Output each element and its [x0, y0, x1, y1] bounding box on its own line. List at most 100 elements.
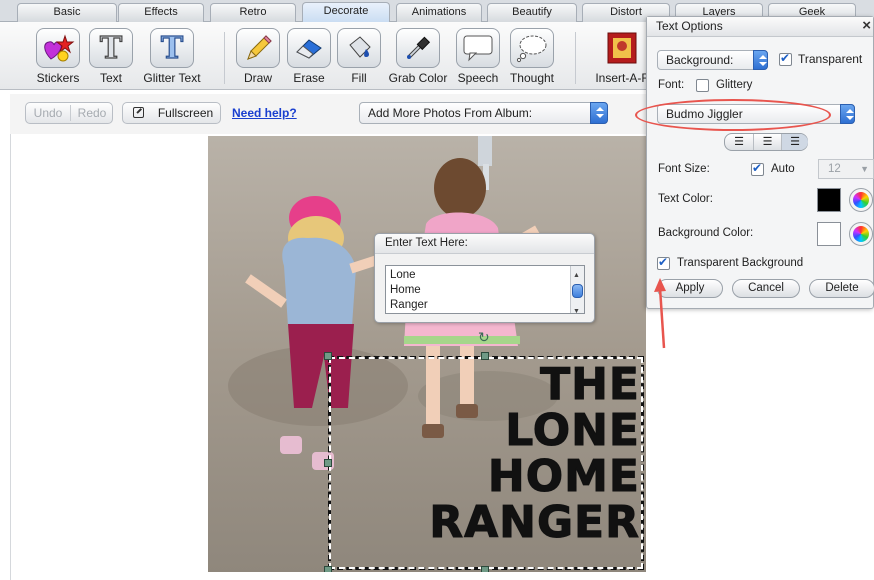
paint-bucket-icon [337, 28, 381, 68]
background-color-label: Background Color: [658, 227, 754, 239]
overlay-line: RANGER [429, 497, 640, 548]
chevron-updown-icon [590, 102, 608, 124]
text-line: Ranger [390, 299, 428, 311]
tab-beautify[interactable]: Beautify [487, 3, 577, 22]
transparent-background-checkbox[interactable] [657, 255, 670, 270]
highlight-ring [635, 99, 831, 131]
text-line: Lone [390, 269, 416, 281]
redo-button[interactable]: Redo [71, 103, 113, 123]
textarea-scrollbar[interactable]: ▲ ▼ [570, 266, 584, 315]
resize-handle[interactable] [481, 566, 489, 572]
text-options-title: Text Options [647, 17, 873, 37]
insert-a-frame-tool[interactable]: Insert-A-F [590, 28, 654, 85]
close-icon[interactable]: × [862, 18, 871, 34]
cancel-button[interactable]: Cancel [732, 279, 800, 298]
background-select[interactable]: Background: [657, 50, 768, 70]
color-wheel-icon[interactable] [849, 222, 873, 246]
delete-button[interactable]: Delete [809, 279, 874, 298]
fullscreen-label: Fullscreen [157, 106, 214, 120]
fill-label: Fill [351, 71, 367, 85]
auto-label: Auto [771, 163, 795, 175]
background-color-swatch[interactable] [817, 222, 841, 246]
resize-handle[interactable] [481, 352, 489, 360]
rotate-handle-icon[interactable]: ↻ [478, 330, 490, 346]
erase-label: Erase [293, 71, 325, 85]
scroll-thumb[interactable] [572, 284, 583, 298]
stickers-label: Stickers [36, 71, 80, 85]
resize-handle[interactable] [324, 352, 332, 360]
fill-tool[interactable]: Fill [337, 28, 381, 85]
tab-retro[interactable]: Retro [210, 3, 296, 22]
auto-checkbox[interactable] [751, 161, 764, 176]
align-right-icon[interactable]: ☰ [781, 134, 808, 150]
chevron-updown-icon [753, 50, 768, 70]
text-label: Text [99, 71, 122, 85]
tab-animations[interactable]: Animations [396, 3, 482, 22]
chevron-down-icon: ▼ [860, 164, 869, 174]
text-icon: T [89, 28, 133, 68]
tab-basic[interactable]: Basic [17, 3, 117, 22]
overlay-text: THE LONE HOME RANGER [336, 359, 640, 548]
edit-subbar: Undo Redo Fullscreen Need help? Add More… [10, 94, 660, 134]
draw-tool[interactable]: Draw [236, 28, 280, 85]
scroll-up-icon[interactable]: ▲ [573, 268, 580, 283]
eraser-icon [287, 28, 331, 68]
overlay-line: THE [540, 359, 640, 410]
overlay-line: LONE [505, 405, 640, 456]
alignment-group: ☰ ☰ ☰ [724, 133, 808, 151]
text-options-panel: Text Options × Background: Transparent F… [635, 16, 874, 309]
frame-icon [600, 28, 644, 68]
align-left-icon[interactable]: ☰ [725, 134, 753, 150]
tab-effects[interactable]: Effects [118, 3, 204, 22]
eyedropper-icon [396, 28, 440, 68]
glitter-text-tool[interactable]: T Glitter Text [142, 28, 202, 85]
transparent-checkbox[interactable] [779, 51, 792, 66]
background-select-value: Background: [666, 53, 734, 67]
chevron-updown-icon [840, 104, 855, 124]
text-line: Home [390, 284, 421, 296]
overlay-line: HOME [487, 451, 640, 502]
speech-label: Speech [457, 71, 499, 85]
undo-button[interactable]: Undo [26, 103, 70, 123]
glitter-text-label: Glitter Text [143, 71, 201, 85]
pencil-icon [236, 28, 280, 68]
text-tool[interactable]: T Text [89, 28, 133, 85]
insert-label: Insert-A-F [595, 71, 649, 85]
color-wheel-icon[interactable] [849, 188, 873, 212]
album-select-value: Add More Photos From Album: [368, 106, 533, 120]
album-select[interactable]: Add More Photos From Album: [359, 102, 608, 124]
speech-bubble-icon [456, 28, 500, 68]
enter-text-popup: Enter Text Here: Lone Home Ranger ▲ ▼ [374, 233, 595, 323]
toolbar-divider [575, 32, 576, 84]
speech-tool[interactable]: Speech [455, 28, 501, 85]
glittery-checkbox[interactable] [696, 79, 709, 92]
scroll-down-icon[interactable]: ▼ [573, 304, 580, 319]
annotation-arrow [654, 278, 666, 349]
enter-text-title: Enter Text Here: [375, 234, 594, 254]
stickers-tool[interactable]: Stickers [34, 28, 82, 85]
need-help-link[interactable]: Need help? [232, 106, 297, 120]
photo-canvas[interactable]: ↻ THE LONE HOME RANGER [208, 136, 646, 572]
resize-handle[interactable] [324, 566, 332, 572]
font-size-select: 12 ▼ [818, 159, 874, 179]
toolbar-divider [224, 32, 225, 84]
font-size-value: 12 [828, 163, 841, 175]
font-label: Font: [658, 79, 685, 91]
text-color-swatch[interactable] [817, 188, 841, 212]
stickers-icon [36, 28, 80, 68]
align-center-icon[interactable]: ☰ [753, 134, 781, 150]
draw-label: Draw [243, 71, 272, 85]
undo-redo-group: Undo Redo [25, 102, 113, 124]
glittery-label: Glittery [716, 79, 753, 91]
fullscreen-button[interactable]: Fullscreen [122, 102, 221, 124]
tab-decorate[interactable]: Decorate [302, 2, 390, 23]
thought-tool[interactable]: Thought [508, 28, 556, 85]
thought-label: Thought [509, 71, 555, 85]
transparent-background-label: Transparent Background [677, 257, 804, 269]
enter-text-textarea[interactable]: Lone Home Ranger ▲ ▼ [385, 265, 585, 315]
grab-color-label: Grab Color [388, 71, 448, 85]
glitter-text-icon: T [150, 28, 194, 68]
erase-tool[interactable]: Erase [287, 28, 331, 85]
grab-color-tool[interactable]: Grab Color [388, 28, 448, 85]
resize-handle[interactable] [324, 459, 332, 467]
